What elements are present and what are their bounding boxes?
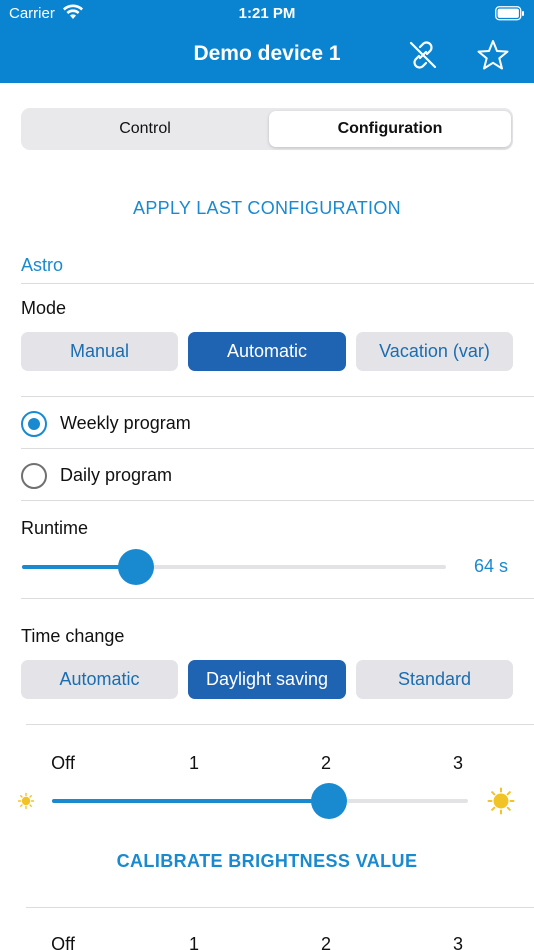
sun-large-icon (486, 786, 516, 821)
divider (21, 283, 534, 284)
time-change-option-daylight-saving[interactable]: Daylight saving (188, 660, 346, 699)
tab-control[interactable]: Control (24, 111, 266, 147)
daily-program-label: Daily program (60, 465, 173, 485)
divider (21, 598, 534, 599)
divider (21, 500, 534, 501)
brightness-tick-3: 3 (452, 753, 463, 773)
battery-icon (495, 6, 525, 25)
weekly-program-label: Weekly program (60, 413, 191, 433)
sun-small-icon (17, 792, 35, 815)
radio-weekly-program[interactable] (21, 411, 47, 437)
runtime-label: Runtime (21, 518, 89, 538)
apply-last-configuration-button[interactable]: APPLY LAST CONFIGURATION (0, 198, 534, 219)
mode-option-automatic[interactable]: Automatic (188, 332, 346, 371)
section-label-astro: Astro (21, 255, 64, 275)
brightness-2-tick-off: Off (51, 934, 75, 950)
brightness-tick-off: Off (51, 753, 75, 773)
brightness-slider-fill (52, 799, 330, 803)
mode-option-manual[interactable]: Manual (21, 332, 178, 371)
time-change-option-automatic[interactable]: Automatic (21, 660, 178, 699)
status-bar: Carrier 1:21 PM (0, 0, 534, 30)
time-change-label: Time change (21, 626, 125, 646)
runtime-value: 64 s (474, 556, 509, 576)
brightness-slider-thumb[interactable] (311, 783, 348, 819)
brightness-2-tick-3: 3 (452, 934, 463, 950)
divider (21, 448, 534, 449)
divider (26, 907, 534, 908)
divider (21, 396, 534, 397)
runtime-slider-thumb[interactable] (118, 549, 155, 585)
brightness-2-tick-1: 1 (188, 934, 199, 950)
tab-segmented-control: Control Configuration (21, 108, 513, 150)
mode-label: Mode (21, 298, 67, 318)
brightness-2-tick-2: 2 (320, 934, 331, 950)
radio-daily-program[interactable] (21, 463, 47, 489)
star-icon[interactable] (476, 38, 510, 77)
nav-header: Carrier 1:21 PM Demo device 1 (0, 0, 534, 83)
brightness-tick-2: 2 (320, 753, 331, 773)
brightness-tick-1: 1 (188, 753, 199, 773)
time-change-option-standard[interactable]: Standard (356, 660, 513, 699)
tab-configuration[interactable]: Configuration (269, 111, 511, 147)
calibrate-brightness-button[interactable]: CALIBRATE BRIGHTNESS VALUE (0, 851, 534, 872)
status-time: 1:21 PM (238, 5, 296, 22)
mode-option-vacation[interactable]: Vacation (var) (356, 332, 513, 371)
page-title: Demo device 1 (193, 42, 341, 65)
unlink-icon[interactable] (406, 38, 440, 77)
divider (26, 724, 534, 725)
